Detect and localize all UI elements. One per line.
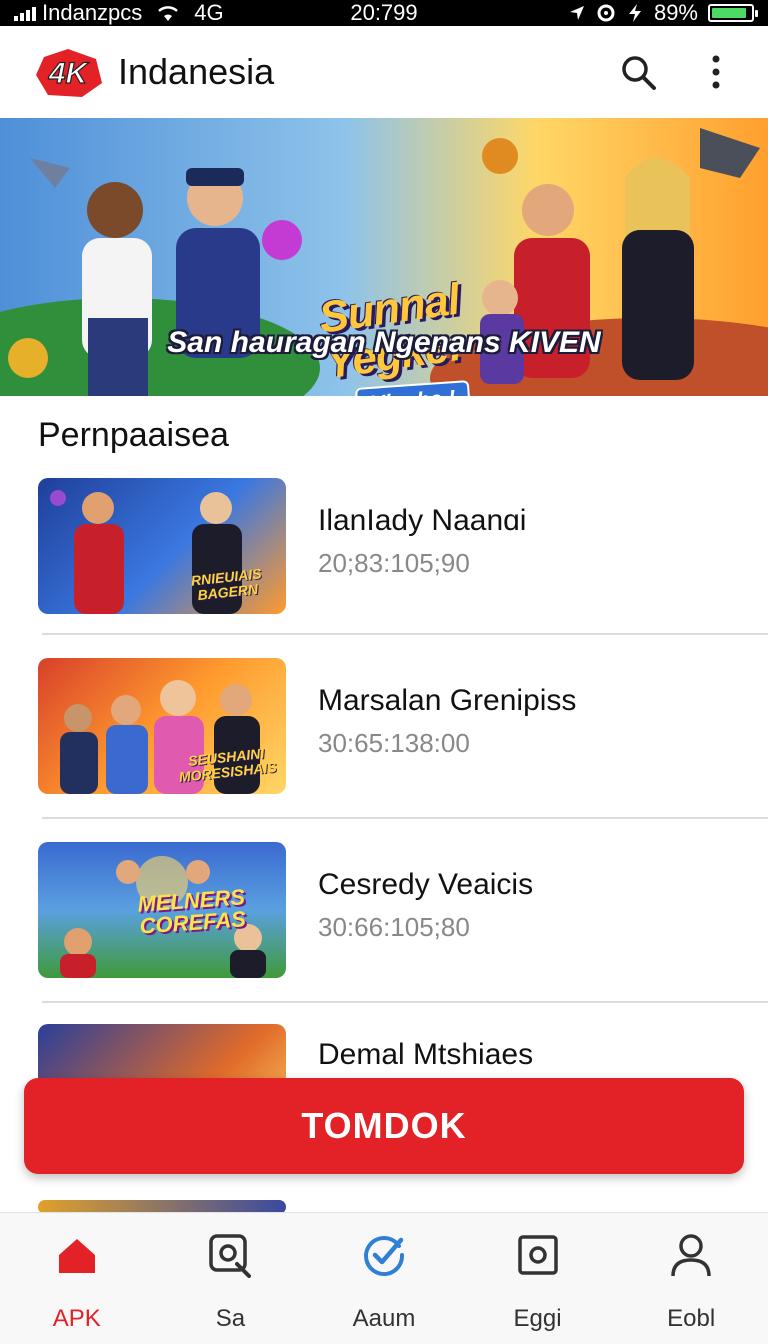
battery-icon (708, 4, 758, 22)
game-thumbnail: SEUSHAINI MORESISHAIS (38, 658, 286, 794)
app-logo: 4K (36, 49, 102, 97)
more-vertical-icon (712, 55, 720, 89)
nav-item-eggi[interactable]: Eggi (461, 1213, 615, 1344)
item-meta: 30:66:105;80 (318, 912, 470, 942)
camera-square-icon (514, 1231, 562, 1279)
item-title: Marsalan Grenipiss (318, 684, 577, 717)
item-meta: 20;83:105;90 (318, 548, 470, 578)
charging-icon (628, 4, 641, 22)
list-item[interactable]: RNIEUIAIS BAGERN IlanIady Naanɑi 20;83:1… (38, 478, 768, 618)
nav-item-aaum[interactable]: Aaum (307, 1213, 461, 1344)
carrier-name: Indanzpcs (42, 0, 143, 25)
nav-item-sa[interactable]: Sa (154, 1213, 308, 1344)
nav-label: Eobl (667, 1305, 716, 1332)
nav-label: Sa (215, 1305, 246, 1332)
alarm-icon (597, 4, 615, 22)
status-bar: Indanzpcs 4G 20:799 89% (0, 0, 768, 26)
check-circle-icon (360, 1231, 408, 1279)
home-icon (53, 1231, 101, 1279)
user-icon (667, 1231, 715, 1279)
signal-icon (14, 5, 36, 21)
nav-label: Eggi (513, 1305, 562, 1332)
section-title: Pernpaaisea (38, 416, 229, 454)
download-button[interactable]: TOMDOK (24, 1078, 744, 1174)
promo-banner[interactable]: Sunnal Yegke: Vlaobe.! San hauragan Ngen… (0, 118, 768, 396)
nav-item-eobl[interactable]: Eobl (614, 1213, 768, 1344)
list-divider (42, 633, 768, 635)
search-button[interactable] (616, 50, 660, 94)
game-thumbnail: RNIEUIAIS BAGERN (38, 478, 286, 614)
search-square-icon (206, 1231, 254, 1279)
battery-percent: 89% (653, 0, 698, 25)
more-options-button[interactable] (694, 50, 738, 94)
item-meta: 30:65:138:00 (318, 728, 470, 758)
location-icon (569, 6, 584, 20)
app-title: Indanesia (118, 51, 275, 92)
logo-text: 4K (48, 57, 90, 90)
game-thumbnail: MELNERS COREFAS (38, 842, 286, 978)
search-icon (622, 56, 656, 90)
list-divider (42, 817, 768, 819)
bottom-navigation: APK Sa Aaum Eggi Eobl (0, 1212, 768, 1344)
list-divider (42, 1001, 768, 1003)
app-bar: 4K Indanesia (0, 26, 768, 118)
banner-caption: San hauragan Ngenans KIVEN (167, 326, 601, 359)
wifi-icon (158, 6, 179, 21)
app-screen: Indanzpcs 4G 20:799 89% 4K Indanesia Sun… (0, 0, 768, 1344)
network-type: 4G (194, 0, 224, 25)
list-item[interactable]: MELNERS COREFAS Cesredy Veaicis 30:66:10… (38, 842, 768, 982)
list-item[interactable]: SEUSHAINI MORESISHAIS Marsalan Grenipiss… (38, 658, 768, 798)
nav-label: APK (52, 1305, 101, 1332)
nav-item-apk[interactable]: APK (0, 1213, 154, 1344)
nav-label: Aaum (352, 1305, 416, 1332)
item-title: Cesredy Veaicis (318, 868, 534, 901)
item-title: Demal Mtshiaes (318, 1038, 534, 1071)
item-title: IlanIady Naanɑi (318, 504, 527, 537)
